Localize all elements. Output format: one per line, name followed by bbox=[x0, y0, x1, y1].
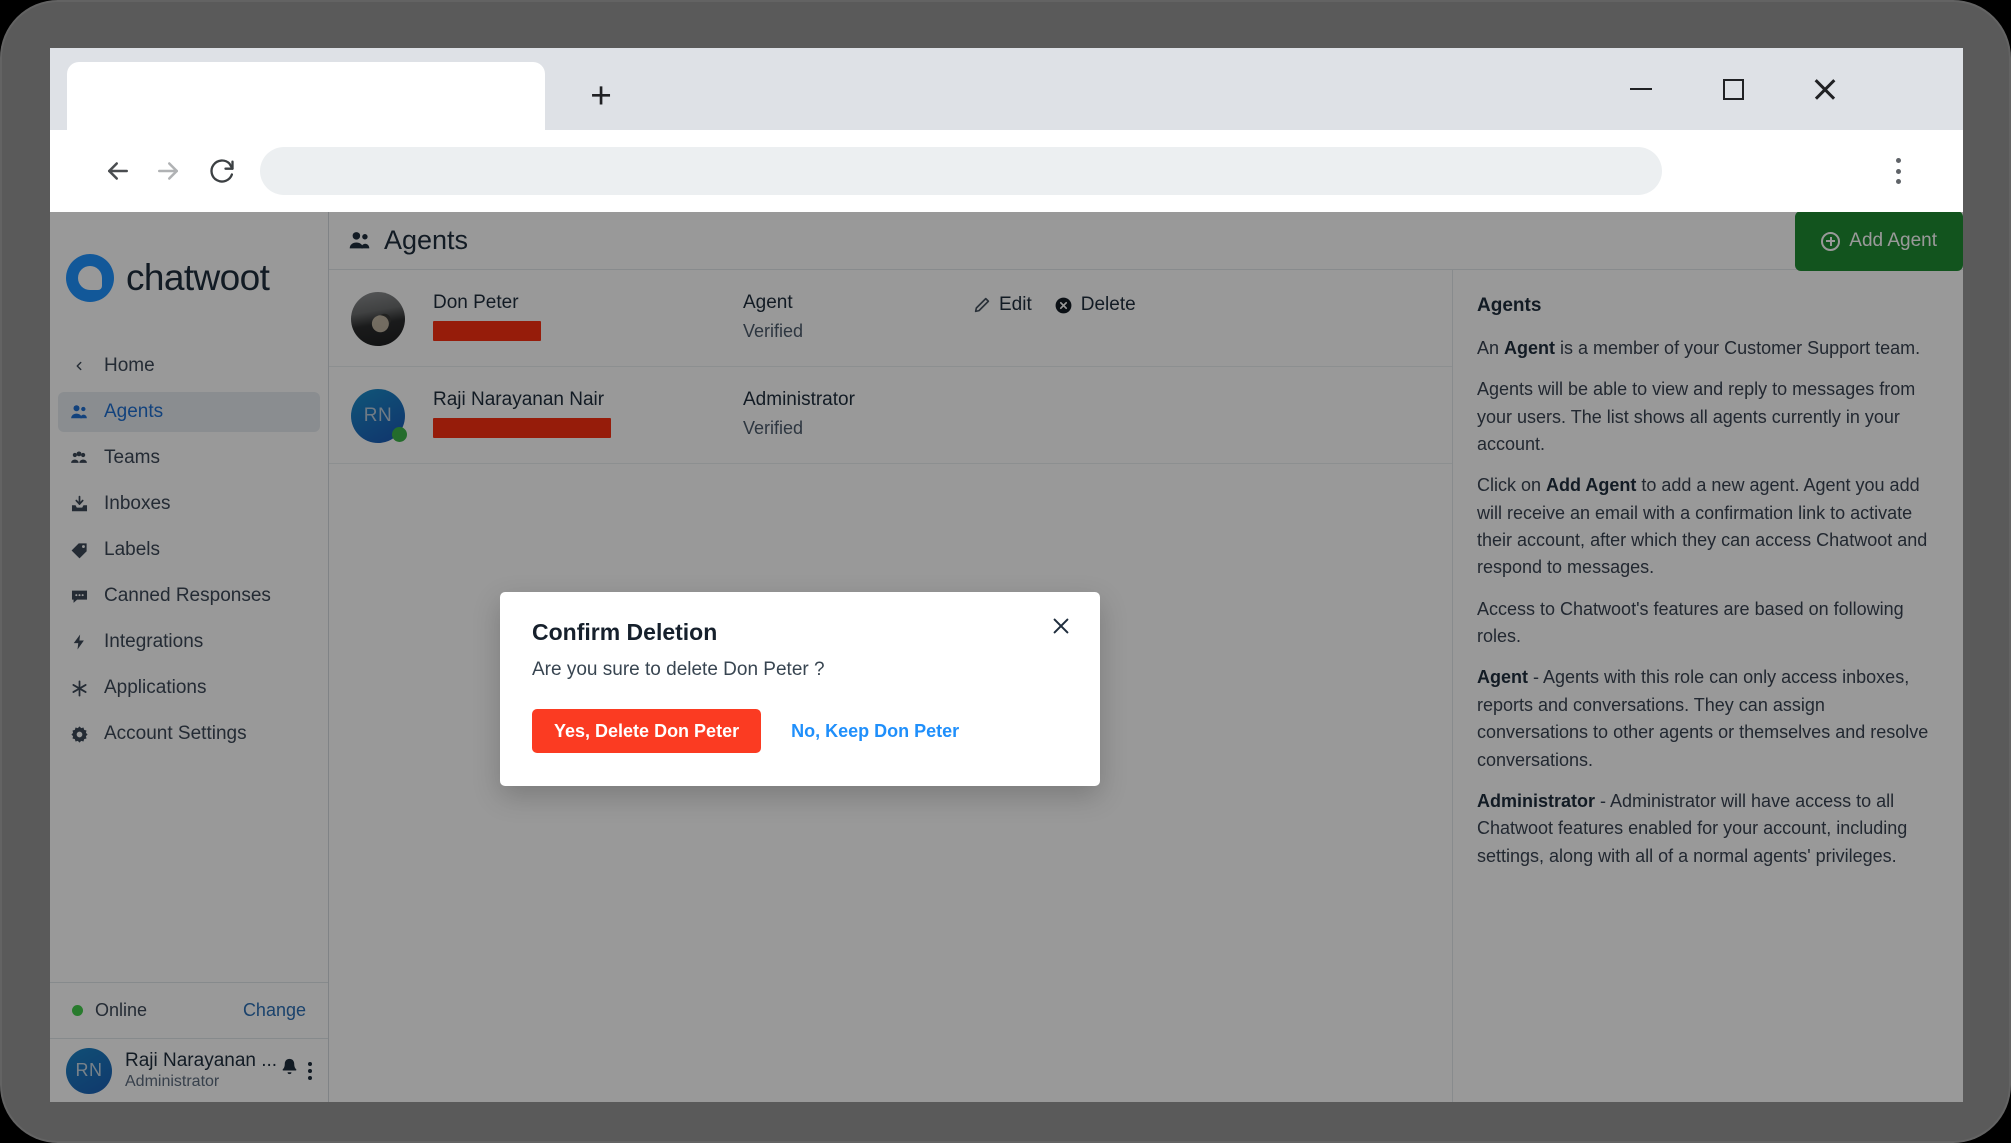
device-bezel: + chatwoot Home Agents Teams Inboxes Lab… bbox=[0, 0, 2011, 1143]
browser-toolbar bbox=[50, 130, 1963, 212]
browser-tab[interactable] bbox=[67, 62, 545, 130]
reload-icon bbox=[210, 159, 234, 183]
close-icon bbox=[1812, 76, 1838, 102]
dialog-title: Confirm Deletion bbox=[532, 619, 718, 645]
maximize-icon bbox=[1722, 78, 1744, 100]
address-bar[interactable] bbox=[260, 147, 1662, 195]
confirm-deletion-dialog: Confirm Deletion Are you sure to delete … bbox=[500, 592, 1100, 786]
browser-window: + chatwoot Home Agents Teams Inboxes Lab… bbox=[50, 48, 1963, 1102]
page-viewport: chatwoot Home Agents Teams Inboxes Label… bbox=[50, 212, 1963, 1102]
minimize-icon bbox=[1630, 87, 1652, 91]
forward-arrow-icon bbox=[158, 162, 178, 180]
reload-button[interactable] bbox=[196, 145, 248, 197]
back-button[interactable] bbox=[92, 145, 144, 197]
dialog-message: Are you sure to delete Don Peter ? bbox=[532, 659, 825, 680]
window-minimize-button[interactable] bbox=[1595, 48, 1687, 130]
back-arrow-icon bbox=[108, 162, 128, 180]
close-icon[interactable] bbox=[1044, 609, 1078, 643]
window-close-button[interactable] bbox=[1779, 48, 1871, 130]
menu-dot bbox=[1895, 168, 1901, 174]
dialog-actions: Yes, Delete Don Peter No, Keep Don Peter bbox=[532, 709, 1068, 753]
new-tab-button[interactable]: + bbox=[574, 68, 628, 122]
window-maximize-button[interactable] bbox=[1687, 48, 1779, 130]
cancel-delete-button[interactable]: No, Keep Don Peter bbox=[775, 709, 975, 753]
confirm-delete-button[interactable]: Yes, Delete Don Peter bbox=[532, 709, 762, 753]
menu-dot bbox=[1895, 179, 1901, 184]
browser-tab-strip: + bbox=[50, 48, 1963, 130]
forward-button[interactable] bbox=[142, 145, 194, 197]
browser-menu-button[interactable] bbox=[1881, 154, 1915, 188]
menu-dot bbox=[1895, 158, 1901, 163]
